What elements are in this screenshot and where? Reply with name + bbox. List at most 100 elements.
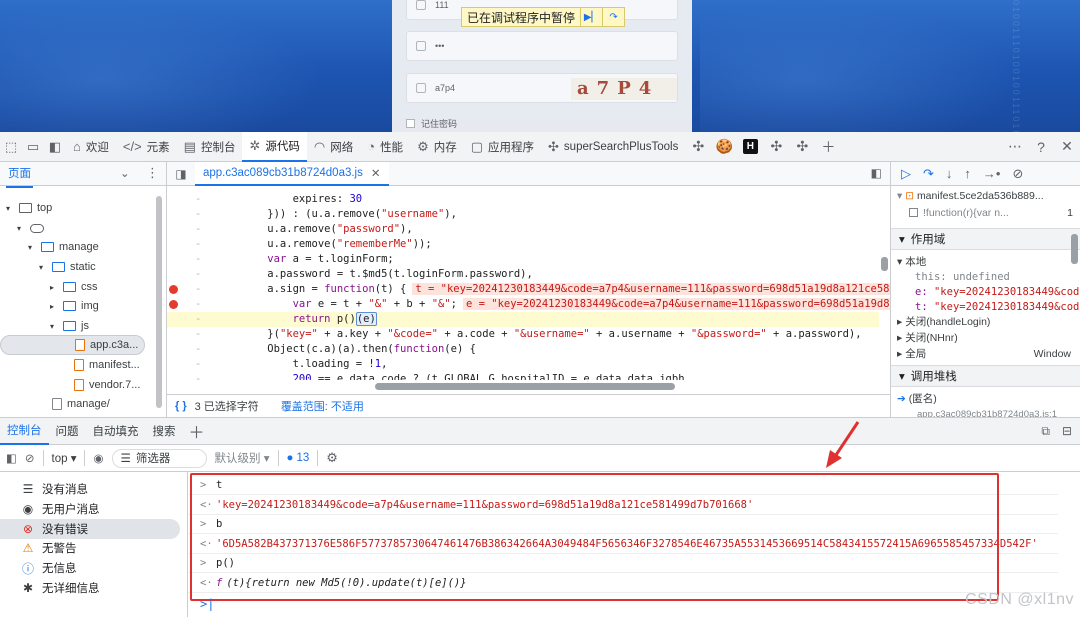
tab-gauge[interactable]: ◔ 性能 xyxy=(360,132,410,162)
sidebar-toggle-icon[interactable]: ◧ xyxy=(6,451,17,465)
step-out-icon[interactable]: ↑ xyxy=(964,166,971,181)
code-line[interactable]: - a.sign = function(t) {t = "key=2024123… xyxy=(167,282,890,297)
console-prompt[interactable]: >| xyxy=(200,597,214,611)
navigator-scrollbar[interactable] xyxy=(156,196,162,408)
extension-icon[interactable]: ✣ xyxy=(763,132,789,162)
scope-global[interactable]: ▸ 全局 Window xyxy=(891,347,1080,362)
add-tab-icon[interactable]: ＋ xyxy=(815,132,841,162)
console-filter-item[interactable]: ☰ 没有消息 xyxy=(0,479,188,499)
callstack-frame-file[interactable]: app.c3ac089cb31b8724d0a3.js:1 xyxy=(891,407,1080,417)
add-drawer-tab-icon[interactable]: ＋ xyxy=(183,419,211,443)
tree-item[interactable]: ▾ xyxy=(17,218,49,238)
console-output[interactable]: > t <·'key=20241230183449&code=a7p4&userna… xyxy=(188,472,1080,617)
vertical-scrollbar[interactable] xyxy=(881,257,888,271)
console-result-line[interactable]: <· '6D5A582B437371376E586F577378573064746… xyxy=(188,535,1058,554)
scope-closure-1[interactable]: ▸ 关闭(handleLogin) xyxy=(891,315,1080,330)
inspect-element-icon[interactable]: ⬚ xyxy=(0,132,22,162)
code-line[interactable]: - u.a.remove("password"), xyxy=(167,222,879,237)
step-into-icon[interactable]: ↓ xyxy=(946,166,953,181)
captcha-field[interactable]: a7p4 a7P4 xyxy=(406,73,678,103)
tree-item[interactable]: ▾ manage xyxy=(28,237,99,257)
hackbar-extension-icon[interactable]: H xyxy=(737,132,763,162)
console-settings-icon[interactable]: ⚙ xyxy=(326,450,338,466)
callstack-top-frame[interactable]: ▾ ⊡ manifest.5ce2da536b889... xyxy=(891,189,1080,204)
resume-icon[interactable]: ▷ xyxy=(901,166,911,182)
chevron-down-icon[interactable]: ▾ xyxy=(17,224,25,233)
breakpoint-marker[interactable] xyxy=(169,300,178,309)
code-line[interactable]: - return p()(e) xyxy=(167,312,879,327)
step-over-button[interactable]: ↷ xyxy=(602,8,624,26)
close-drawer-icon[interactable]: ⊟ xyxy=(1062,424,1072,439)
close-devtools-icon[interactable]: ✕ xyxy=(1054,132,1080,162)
chevron-down-icon[interactable]: ▾ xyxy=(6,204,14,213)
scope-this[interactable]: this: undefined xyxy=(891,270,1080,285)
tab-wifi[interactable]: ◠ 网络 xyxy=(307,132,360,162)
drawer-tab[interactable]: 自动填充 xyxy=(86,417,146,445)
toggle-debugger-icon[interactable]: ◧ xyxy=(871,166,882,180)
code-line[interactable]: - Object(c.a)(a).then(function(e) { xyxy=(167,342,879,357)
log-levels-dropdown[interactable]: 默认级别 ▾ xyxy=(215,450,270,466)
code-line[interactable]: - expires: 30 xyxy=(167,192,879,207)
tab-home[interactable]: ⌂ 欢迎 xyxy=(66,132,116,162)
tree-item[interactable]: manifest... xyxy=(61,355,140,375)
file-tab[interactable]: app.c3ac089cb31b8724d0a3.js ✕ xyxy=(195,161,389,186)
tree-item[interactable]: ▾ top xyxy=(6,198,52,218)
code-line[interactable]: - })) : (u.a.remove("username"), xyxy=(167,207,879,222)
code-lines[interactable]: - expires: 30- })) : (u.a.remove("userna… xyxy=(167,186,890,380)
chevron-right-icon[interactable]: ▸ xyxy=(50,283,58,292)
drawer-tab[interactable]: 控制台 xyxy=(0,417,49,445)
tab-page[interactable]: 页面 xyxy=(6,160,33,188)
drawer-tab[interactable]: 搜索 xyxy=(146,417,183,445)
scope-e[interactable]: e: "key=20241230183449&cod xyxy=(891,285,1080,300)
cookie-extension-icon[interactable]: 🍪 xyxy=(711,132,737,162)
code-line[interactable]: - var a = t.loginForm; xyxy=(167,252,879,267)
console-input-line[interactable]: > t xyxy=(188,476,1058,495)
scope-section-header[interactable]: ▾ 作用域 xyxy=(891,228,1080,250)
tab-memory[interactable]: ⚙ 内存 xyxy=(410,132,464,162)
toggle-navigator-icon[interactable]: ◨ xyxy=(167,167,195,181)
tab-console[interactable]: ▤ 控制台 xyxy=(177,132,243,162)
password-field[interactable]: ••• xyxy=(406,31,678,61)
console-filter-item[interactable]: ⊗ 没有错误 xyxy=(0,518,180,539)
device-toolbar-icon[interactable]: ▭ xyxy=(22,132,44,162)
captcha-image[interactable]: a7P4 xyxy=(571,78,677,100)
dock-side-icon[interactable]: ◧ xyxy=(44,132,66,162)
tree-item[interactable]: ▸ css xyxy=(50,277,98,297)
clear-console-icon[interactable]: ⊘ xyxy=(25,451,35,465)
eye-icon[interactable]: ◉ xyxy=(93,451,103,465)
breakpoint-marker[interactable] xyxy=(169,285,178,294)
code-line[interactable]: - u.a.remove("rememberMe")); xyxy=(167,237,879,252)
chevron-down-icon[interactable]: ▾ xyxy=(50,322,58,331)
callstack-section-header[interactable]: ▾ 调用堆栈 xyxy=(891,365,1080,387)
console-input-line[interactable]: > b xyxy=(188,515,1058,534)
message-count-badge[interactable]: ● 13 xyxy=(287,452,310,464)
more-icon[interactable]: ⋮ xyxy=(146,165,159,181)
coverage-link[interactable]: 覆盖范围: 不适用 xyxy=(281,398,364,414)
chevron-down-icon[interactable]: ▾ xyxy=(28,243,36,252)
scope-closure-2[interactable]: ▸ 关闭(NHnr) xyxy=(891,331,1080,346)
chevron-right-icon[interactable]: ▸ xyxy=(50,302,58,311)
more-options-icon[interactable]: ⋯ xyxy=(1002,132,1028,162)
dock-drawer-icon[interactable]: ⧉ xyxy=(1041,424,1050,439)
help-icon[interactable]: ? xyxy=(1028,132,1054,162)
tree-item[interactable]: ▾ static xyxy=(39,257,96,277)
tab-app[interactable]: ▢ 应用程序 xyxy=(464,132,541,162)
pretty-print-icon[interactable]: { } xyxy=(175,400,187,412)
remember-checkbox[interactable]: 记住密码 xyxy=(406,117,457,130)
tree-item[interactable]: ▾ js xyxy=(50,316,89,336)
deactivate-breakpoints-icon[interactable]: ⊘ xyxy=(1012,166,1023,182)
console-result-line[interactable]: <·'key=20241230183449&code=a7p4&username… xyxy=(188,496,1058,515)
code-line[interactable]: - }("key=" + a.key + "&code=" + a.code +… xyxy=(167,327,879,342)
console-input-line[interactable]: > p() xyxy=(188,554,1058,573)
scope-t[interactable]: t: "key=20241230183449&cod xyxy=(891,300,1080,315)
step-over-icon[interactable]: ↷ xyxy=(923,166,934,182)
step-icon[interactable]: →• xyxy=(983,166,1001,181)
code-line[interactable]: - a.password = t.$md5(t.loginForm.passwo… xyxy=(167,267,879,282)
console-filter-item[interactable]: ◉ 无用户消息 xyxy=(0,499,188,519)
resume-button[interactable]: ▶︎▏ xyxy=(580,8,602,26)
tree-item[interactable]: vendor.7... xyxy=(61,375,140,395)
tab-extension[interactable]: ✣ superSearchPlusTools xyxy=(541,132,685,162)
code-line[interactable]: - 200 == e.data.code ? (t.GLOBAL.G hospi… xyxy=(167,372,879,380)
extension-icon[interactable]: ✣ xyxy=(685,132,711,162)
code-line[interactable]: - t.loading = !1, xyxy=(167,357,879,372)
